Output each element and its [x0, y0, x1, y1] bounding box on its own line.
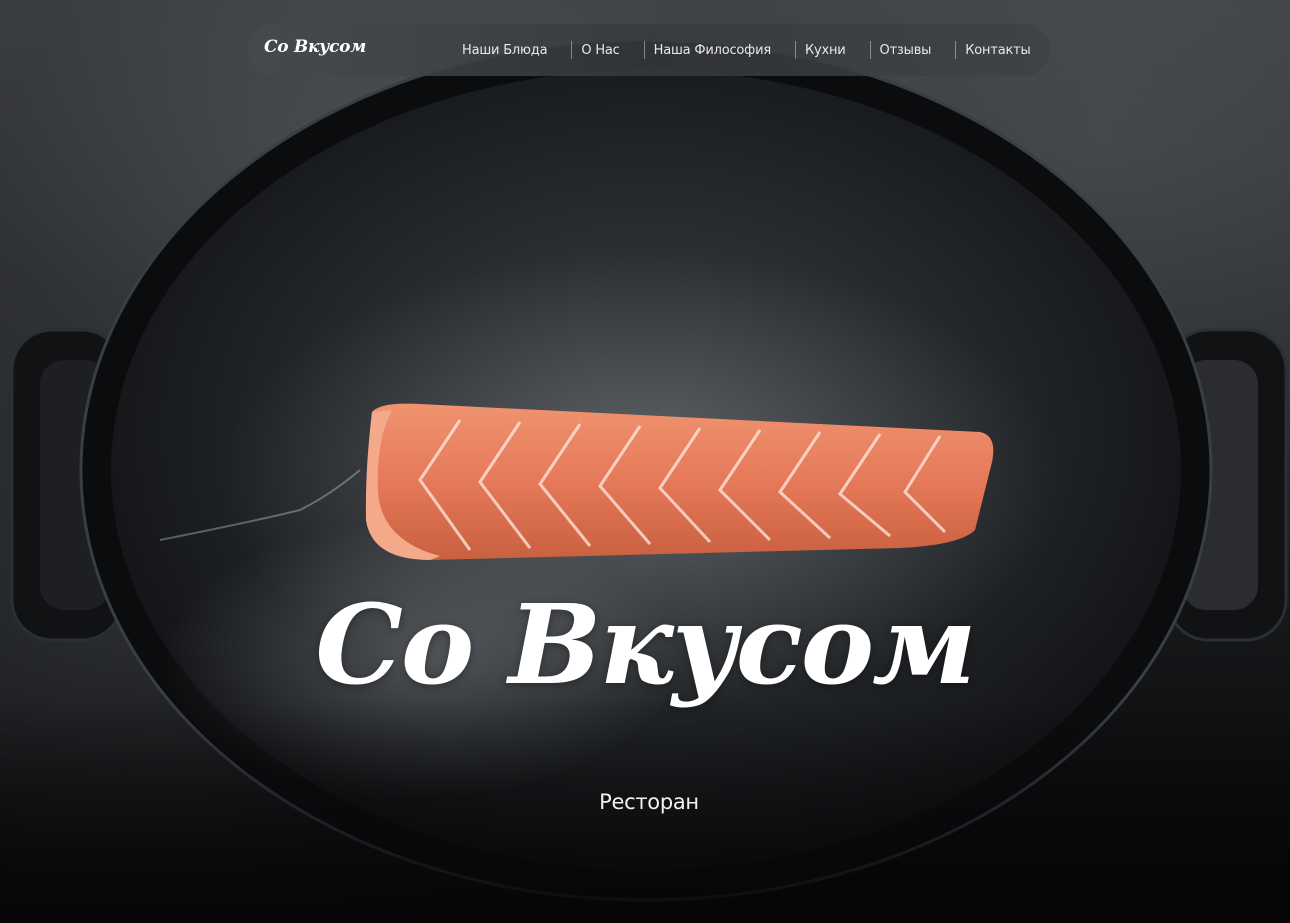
nav-link-about[interactable]: О Нас: [581, 43, 619, 58]
hero-subtitle: Ресторан: [599, 790, 699, 814]
nav-links: Наши Блюда О Нас Наша Философия Кухни От…: [462, 24, 1031, 76]
nav-item-cuisines: Кухни: [771, 24, 846, 76]
nav-item-contacts: Контакты: [931, 24, 1031, 76]
top-navbar: Со Вкусом Наши Блюда О Нас Наша Философи…: [248, 24, 1050, 76]
nav-link-reviews[interactable]: Отзывы: [880, 43, 932, 58]
nav-link-philosophy[interactable]: Наша Философия: [654, 43, 772, 58]
brand-logo[interactable]: Со Вкусом: [264, 37, 366, 57]
nav-item-reviews: Отзывы: [846, 24, 932, 76]
nav-item-dishes: Наши Блюда: [462, 24, 548, 76]
nav-divider: [794, 41, 796, 59]
nav-link-dishes[interactable]: Наши Блюда: [462, 43, 548, 58]
nav-item-philosophy: Наша Философия: [620, 24, 771, 76]
hero-image: [0, 38, 1290, 923]
nav-divider: [571, 41, 573, 59]
nav-divider: [955, 41, 957, 59]
nav-item-about: О Нас: [547, 24, 620, 76]
nav-link-cuisines[interactable]: Кухни: [805, 43, 846, 58]
hero-title: Со Вкусом: [315, 580, 976, 709]
hero-section: Со Вкусом Наши Блюда О Нас Наша Философи…: [0, 0, 1290, 923]
nav-divider: [643, 41, 645, 59]
nav-link-contacts[interactable]: Контакты: [965, 43, 1031, 58]
nav-divider: [869, 41, 871, 59]
